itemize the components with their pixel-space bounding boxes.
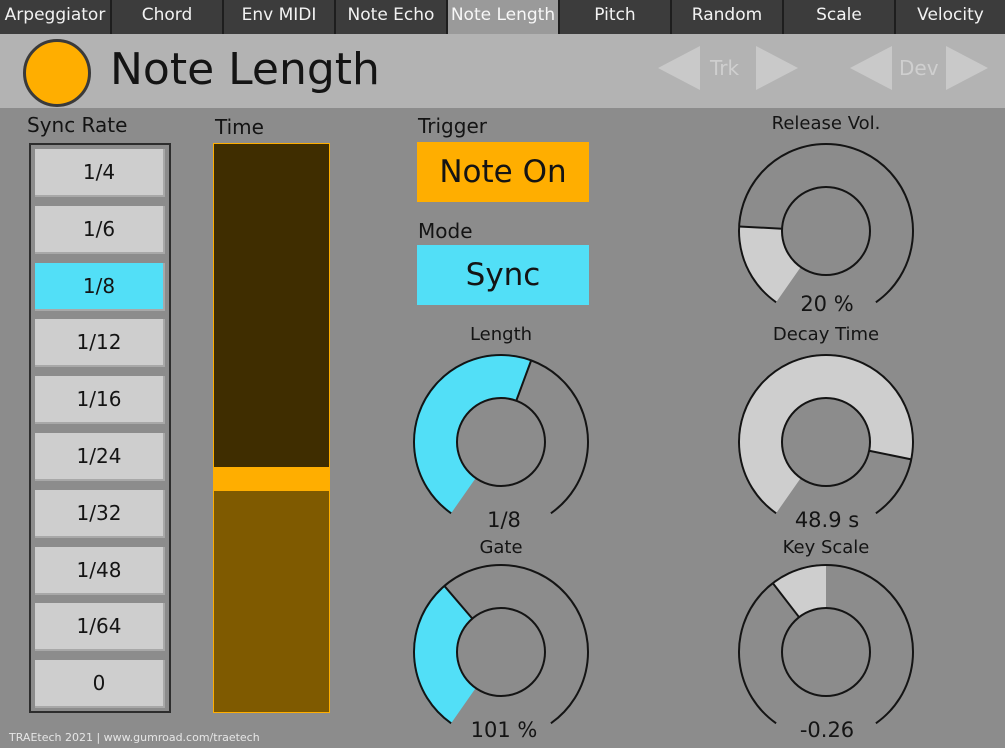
footer-credit: TRAEtech 2021 | www.gumroad.com/traetech [9, 731, 260, 744]
decay-time-knob[interactable] [736, 352, 916, 532]
knob-center-ring [456, 607, 546, 697]
tab-chord[interactable]: Chord [112, 0, 224, 34]
tab-pitch[interactable]: Pitch [560, 0, 672, 34]
knob-center-ring [781, 397, 871, 487]
sync-rate-option[interactable]: 1/4 [35, 149, 165, 197]
sync-rate-option[interactable]: 1/48 [35, 546, 165, 595]
sync-rate-option[interactable]: 1/8 [35, 262, 165, 311]
sync-rate-option[interactable]: 1/6 [35, 205, 165, 254]
tab-note-length[interactable]: Note Length [448, 0, 560, 34]
length-knob-label: Length [469, 324, 533, 345]
mode-label: Mode [418, 219, 473, 243]
time-slider-fill [214, 479, 329, 712]
time-label: Time [215, 115, 264, 139]
key-scale-value: -0.26 [799, 718, 855, 742]
tab-scale[interactable]: Scale [784, 0, 896, 34]
knob-center-ring [781, 607, 871, 697]
device-header: Note Length Trk Dev [0, 34, 1005, 108]
sync-rate-option[interactable]: 1/64 [35, 603, 165, 652]
tab-arpeggiator[interactable]: Arpeggiator [0, 0, 112, 34]
sync-rate-label: Sync Rate [27, 113, 128, 137]
trigger-button[interactable]: Note On [417, 142, 589, 202]
tab-velocity[interactable]: Velocity [896, 0, 1005, 34]
device-tabs: Arpeggiator Chord Env MIDI Note Echo Not… [0, 0, 1005, 34]
knob-value-arc [738, 354, 914, 515]
track-nav-label: Trk [710, 56, 740, 80]
track-next-arrow-icon[interactable] [756, 46, 798, 90]
device-prev-arrow-icon[interactable] [850, 46, 892, 90]
track-nav: Trk [658, 42, 800, 94]
track-prev-arrow-icon[interactable] [658, 46, 700, 90]
length-knob[interactable] [411, 352, 591, 532]
time-slider-track-upper [214, 144, 329, 479]
gate-knob[interactable] [411, 562, 591, 742]
tab-random[interactable]: Random [672, 0, 784, 34]
decay-time-knob-label: Decay Time [772, 324, 880, 345]
mode-button[interactable]: Sync [417, 245, 589, 305]
knob-value-arc [413, 354, 532, 515]
device-nav-label: Dev [899, 56, 939, 80]
knob-value-arc [413, 585, 476, 725]
device-next-arrow-icon[interactable] [946, 46, 988, 90]
tab-note-echo[interactable]: Note Echo [336, 0, 448, 34]
page-title: Note Length [110, 44, 380, 95]
sync-rate-list: 1/4 1/6 1/8 1/12 1/16 1/24 1/32 1/48 1/64 0 [29, 143, 171, 713]
sync-rate-option[interactable]: 1/32 [35, 489, 165, 538]
sync-rate-option[interactable]: 1/24 [35, 433, 165, 481]
device-nav: Dev [850, 42, 992, 94]
trigger-label: Trigger [418, 114, 487, 138]
gate-value: 101 % [470, 718, 538, 742]
length-value: 1/8 [487, 508, 521, 532]
knob-center-ring [456, 397, 546, 487]
key-scale-knob[interactable] [736, 562, 916, 742]
tab-env-midi[interactable]: Env MIDI [224, 0, 336, 34]
time-slider-handle[interactable] [214, 467, 329, 491]
knob-center-ring [781, 186, 871, 276]
sync-rate-option[interactable]: 1/12 [35, 319, 165, 368]
decay-time-value: 48.9 s [794, 508, 860, 532]
key-scale-knob-label: Key Scale [782, 537, 870, 558]
sync-rate-option[interactable]: 1/16 [35, 376, 165, 425]
sync-rate-option[interactable]: 0 [35, 660, 165, 709]
device-on-indicator[interactable] [23, 39, 91, 107]
release-vol-knob-label: Release Vol. [771, 113, 881, 134]
gate-knob-label: Gate [479, 537, 523, 558]
release-vol-value: 20 % [800, 292, 854, 316]
time-slider[interactable] [213, 143, 330, 713]
